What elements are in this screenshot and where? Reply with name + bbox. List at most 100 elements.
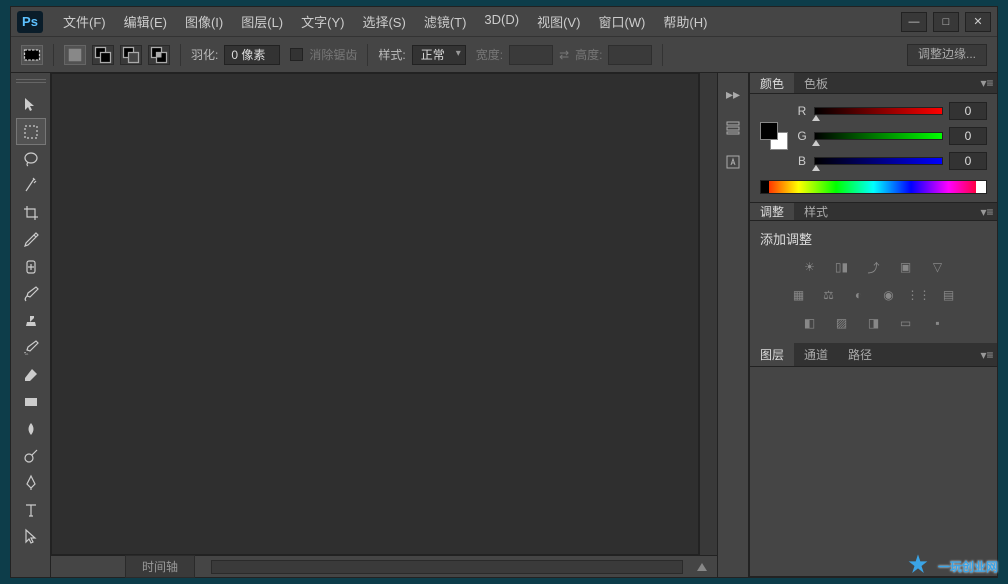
tab-paths[interactable]: 路径 [838,343,882,366]
path-selection-tool[interactable] [16,523,46,550]
g-value[interactable]: 0 [949,127,987,145]
feather-input[interactable]: 0 像素 [224,45,280,65]
swap-icon[interactable]: ⇄ [559,48,569,62]
collapsed-dock: ▸▸ [717,73,749,577]
separator [662,44,663,66]
history-panel-icon[interactable] [722,117,744,139]
panel-menu-icon[interactable]: ▾≡ [977,203,997,220]
horizontal-scrollbar[interactable] [211,560,683,574]
b-slider[interactable] [814,157,943,165]
bw-icon[interactable]: ◐ [849,286,869,304]
tab-adjustments[interactable]: 调整 [750,203,794,220]
tool-preset-icon[interactable] [21,45,43,65]
menu-image[interactable]: 图像(I) [179,8,229,35]
r-slider[interactable] [814,107,943,115]
zoom-field[interactable] [61,559,115,575]
menu-edit[interactable]: 编辑(E) [118,8,173,35]
menu-view[interactable]: 视图(V) [531,8,586,35]
dock-collapse-icon[interactable]: ▸▸ [722,83,744,105]
exposure-icon[interactable]: ▣ [896,258,916,276]
b-label: B [796,154,808,168]
menu-type[interactable]: 文字(Y) [295,8,350,35]
titlebar: Ps 文件(F) 编辑(E) 图像(I) 图层(L) 文字(Y) 选择(S) 滤… [11,7,997,37]
menu-select[interactable]: 选择(S) [356,8,411,35]
hue-icon[interactable]: ▦ [789,286,809,304]
color-swatches[interactable] [760,122,788,150]
clone-stamp-tool[interactable] [16,307,46,334]
resize-grip-icon[interactable] [697,563,707,571]
g-slider[interactable] [814,132,943,140]
selective-color-icon[interactable]: ▪ [928,314,948,332]
menu-filter[interactable]: 滤镜(T) [418,8,473,35]
type-tool[interactable] [16,496,46,523]
tab-swatches[interactable]: 色板 [794,73,838,93]
foreground-swatch[interactable] [760,122,778,140]
vibrance-icon[interactable]: ▽ [928,258,948,276]
antialias-label: 消除锯齿 [309,46,357,63]
maximize-button[interactable]: □ [933,12,959,32]
toolbox-grip[interactable] [16,79,46,87]
r-label: R [796,104,808,118]
tab-layers[interactable]: 图层 [750,343,794,366]
marquee-tool[interactable] [16,118,46,145]
menu-layer[interactable]: 图层(L) [235,8,289,35]
panel-menu-icon[interactable]: ▾≡ [977,73,997,93]
watermark-text: 一玩创业网 [938,558,998,575]
separator [367,44,368,66]
curves-icon[interactable]: ⤴ [864,258,884,276]
posterize-icon[interactable]: ▨ [832,314,852,332]
threshold-icon[interactable]: ◨ [864,314,884,332]
style-select[interactable]: 正常 [412,45,466,65]
tab-styles[interactable]: 样式 [794,203,838,220]
tab-channels[interactable]: 通道 [794,343,838,366]
character-panel-icon[interactable] [722,151,744,173]
intersect-selection-icon[interactable] [148,45,170,65]
menu-window[interactable]: 窗口(W) [592,8,651,35]
pen-tool[interactable] [16,469,46,496]
add-selection-icon[interactable] [92,45,114,65]
blur-tool[interactable] [16,415,46,442]
timeline-tab[interactable]: 时间轴 [125,555,195,578]
history-brush-tool[interactable] [16,334,46,361]
brightness-icon[interactable]: ☀ [800,258,820,276]
levels-icon[interactable]: ▯▮ [832,258,852,276]
subtract-selection-icon[interactable] [120,45,142,65]
color-balance-icon[interactable]: ⚖ [819,286,839,304]
menu-file[interactable]: 文件(F) [57,8,112,35]
brush-tool[interactable] [16,280,46,307]
gradient-tool[interactable] [16,388,46,415]
close-button[interactable]: ✕ [965,12,991,32]
watermark-icon [904,552,932,580]
healing-brush-tool[interactable] [16,253,46,280]
antialias-checkbox[interactable] [290,48,303,61]
separator [53,44,54,66]
color-lookup-icon[interactable]: ▤ [939,286,959,304]
vertical-scrollbar[interactable] [699,73,717,555]
crop-tool[interactable] [16,199,46,226]
dodge-tool[interactable] [16,442,46,469]
tab-color[interactable]: 颜色 [750,73,794,93]
b-value[interactable]: 0 [949,152,987,170]
canvas[interactable] [51,73,699,555]
eyedropper-tool[interactable] [16,226,46,253]
minimize-button[interactable]: — [901,12,927,32]
lasso-tool[interactable] [16,145,46,172]
invert-icon[interactable]: ◧ [800,314,820,332]
gradient-map-icon[interactable]: ▭ [896,314,916,332]
g-label: G [796,129,808,143]
refine-edge-button[interactable]: 调整边缘... [907,44,987,66]
menu-help[interactable]: 帮助(H) [657,8,713,35]
eraser-tool[interactable] [16,361,46,388]
color-panel: 颜色 色板 ▾≡ R 0 [750,73,997,203]
photo-filter-icon[interactable]: ◉ [879,286,899,304]
new-selection-icon[interactable] [64,45,86,65]
menu-3d[interactable]: 3D(D) [478,8,525,35]
r-value[interactable]: 0 [949,102,987,120]
spectrum-strip[interactable] [760,180,987,194]
layers-body[interactable] [750,367,997,576]
move-tool[interactable] [16,91,46,118]
channel-mixer-icon[interactable]: ⋮⋮ [909,286,929,304]
magic-wand-tool[interactable] [16,172,46,199]
feather-label: 羽化: [191,46,218,63]
panel-menu-icon[interactable]: ▾≡ [977,343,997,366]
